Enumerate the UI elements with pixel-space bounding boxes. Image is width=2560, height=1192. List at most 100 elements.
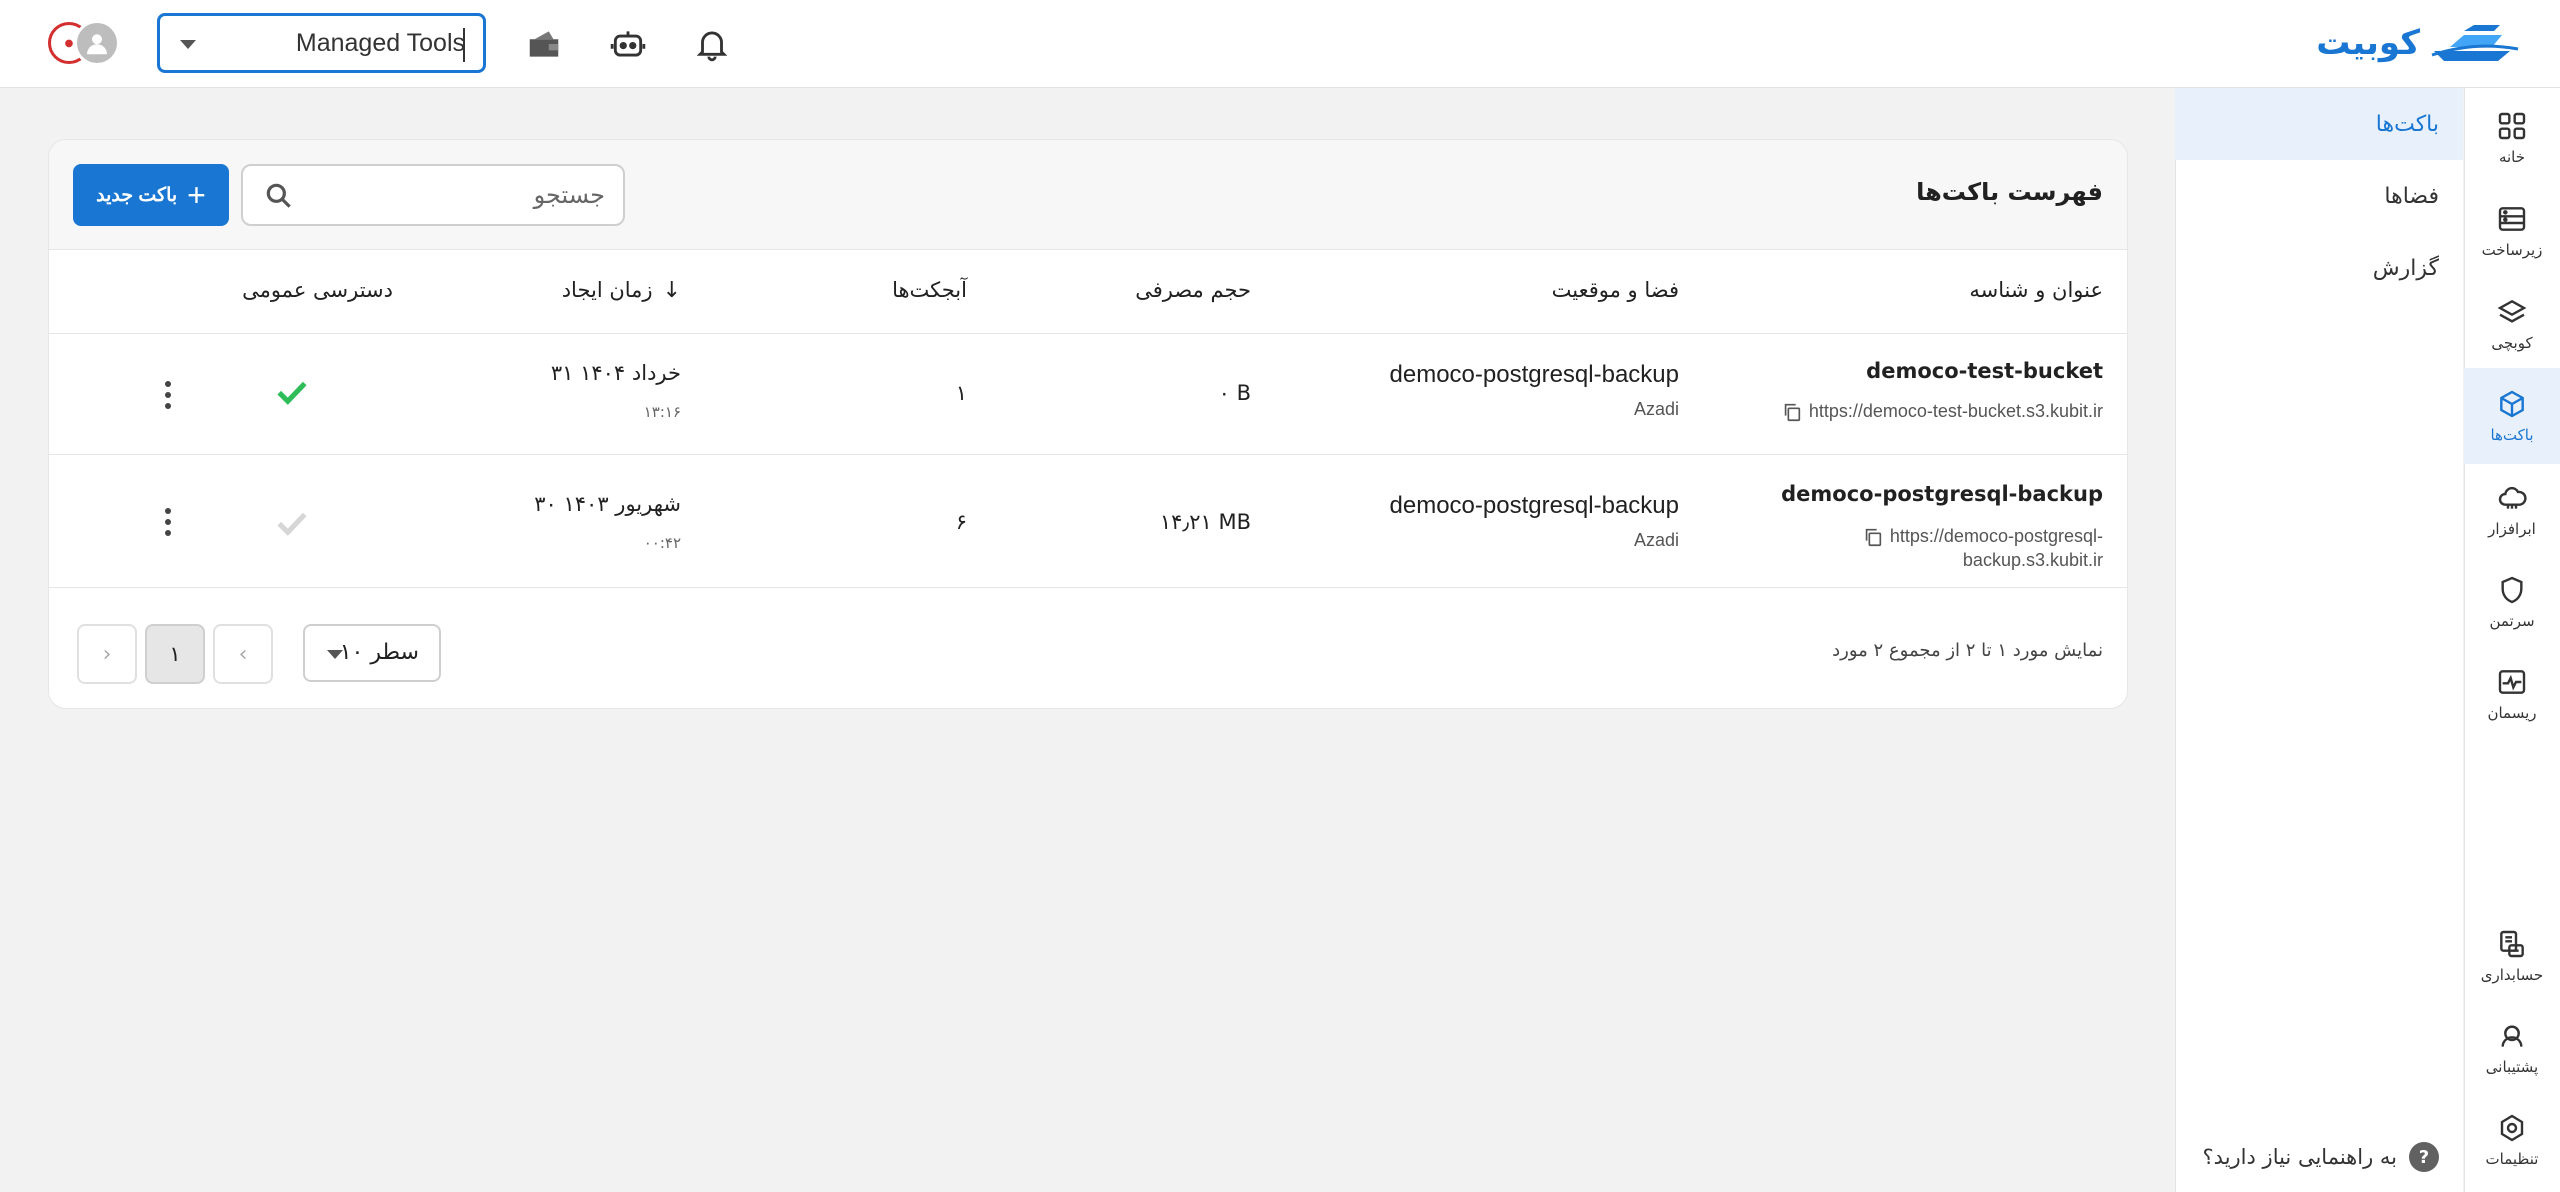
new-bucket-label: باکت جدید: [96, 184, 178, 206]
table-row[interactable]: democo-postgresql-backup https://democo-…: [49, 456, 2127, 588]
space-name: democo-postgresql-backup: [1389, 492, 1680, 519]
pulse-icon: [2498, 670, 2526, 694]
grid-icon: [2498, 112, 2526, 140]
table-row[interactable]: democo-test-bucket https://democo-test-b…: [49, 335, 2127, 455]
tool-select-value: Managed Tools: [295, 28, 465, 57]
help-link[interactable]: به راهنمایی نیاز دارید؟ ?: [2203, 1142, 2439, 1172]
row-menu-icon[interactable]: [153, 502, 183, 542]
space-location: Azadi: [1633, 399, 1679, 419]
search-input[interactable]: [305, 176, 605, 214]
card-header: فهرست باکت‌ها باکت جدید +: [49, 140, 2127, 250]
rail-label: باکت‌ها: [2490, 426, 2534, 444]
row-menu-icon[interactable]: [153, 375, 183, 415]
submenu-item-buckets[interactable]: باکت‌ها: [2175, 88, 2463, 160]
bucket-url-line2: backup.s3.kubit.ir: [1962, 550, 2103, 570]
ship-logo-icon: [2431, 25, 2519, 61]
rows-per-page-value: ۱۰ سطر: [339, 640, 419, 665]
settings-icon: [2500, 1114, 2524, 1142]
section-submenu: باکت‌ها فضاها گزارش به راهنمایی نیاز دار…: [2175, 88, 2463, 1192]
next-page-button[interactable]: ‹: [213, 624, 273, 684]
rail-label: زیرساخت: [2481, 241, 2543, 259]
bucket-url[interactable]: https://democo-test-bucket.s3.kubit.ir: [1781, 399, 2103, 423]
rail-item-sartaman[interactable]: سرتمن: [2464, 558, 2560, 646]
rail-item-infrastructure[interactable]: زیرساخت: [2464, 187, 2560, 275]
accounting-icon: [2500, 930, 2524, 958]
submenu-label: گزارش: [2372, 255, 2439, 281]
cube-icon: [2500, 390, 2524, 418]
objects-count: ۶: [955, 510, 967, 534]
brand-logo[interactable]: کوبیت: [2316, 18, 2520, 68]
bucket-url[interactable]: https://democo-postgresql- backup.s3.kub…: [1862, 524, 2103, 572]
copy-icon[interactable]: [1781, 401, 1803, 423]
support-icon: [2501, 1025, 2523, 1047]
main-nav-rail: خانه زیرساخت کوبچی باکت‌ها ابرافزار سرتم…: [2464, 88, 2560, 1192]
user-icon: [87, 34, 107, 55]
col-created-label: زمان ایجاد: [561, 278, 653, 302]
rail-item-kubchi[interactable]: کوبچی: [2464, 280, 2560, 368]
rail-label: کوبچی: [2491, 334, 2533, 352]
submenu-item-spaces[interactable]: فضاها: [2175, 160, 2463, 232]
page-number: ۱: [169, 642, 181, 666]
managed-tools-select[interactable]: Managed Tools: [157, 13, 486, 73]
col-space: فضا و موقعیت: [1551, 278, 1679, 302]
rail-item-risman[interactable]: ریسمان: [2464, 650, 2560, 738]
col-name: عنوان و شناسه: [1969, 278, 2103, 302]
server-icon: [2498, 207, 2526, 231]
rail-label: ابرافزار: [2488, 520, 2536, 538]
col-public: دسترسی عمومی: [242, 278, 393, 302]
created-time: ۰۰:۴۲: [643, 534, 681, 552]
rail-label: ریسمان: [2487, 704, 2537, 722]
objects-count: ۱: [955, 381, 967, 405]
rail-item-buckets[interactable]: باکت‌ها: [2464, 368, 2560, 464]
shield-icon: [2501, 576, 2523, 604]
rail-item-cloudware[interactable]: ابرافزار: [2464, 466, 2560, 554]
brand-name: کوبیت: [2316, 23, 2420, 63]
bucket-name[interactable]: democo-postgresql-backup: [1781, 482, 2103, 506]
user-menu[interactable]: ●: [48, 18, 128, 68]
submenu-label: فضاها: [2384, 183, 2439, 209]
submenu-item-report[interactable]: گزارش: [2175, 232, 2463, 304]
public-access-check-icon: [275, 375, 309, 413]
top-header: کوبیت Managed Tools ●: [0, 0, 2560, 88]
robot-icon[interactable]: [604, 20, 652, 68]
bucket-url-line1: https://democo-postgresql-: [1889, 526, 2103, 546]
rows-per-page-select[interactable]: ۱۰ سطر: [303, 624, 441, 682]
submenu-label: باکت‌ها: [2375, 111, 2439, 137]
avatar[interactable]: [74, 20, 120, 66]
rail-label: پشتیبانی: [2485, 1058, 2539, 1076]
rail-label: تنظیمات: [2485, 1150, 2539, 1168]
cloud-icon: [2498, 486, 2527, 509]
bucket-url-text: https://democo-test-bucket.s3.kubit.ir: [1808, 401, 2103, 421]
col-created[interactable]: زمان ایجاد ↓: [562, 278, 681, 303]
prev-page-button[interactable]: ›: [77, 624, 137, 684]
rail-item-support[interactable]: پشتیبانی: [2464, 1004, 2560, 1092]
chevron-right-icon: ›: [102, 641, 112, 667]
chevron-down-icon: [327, 650, 343, 659]
col-size: حجم مصرفی: [1135, 278, 1251, 302]
pagination-info: نمایش مورد ۱ تا ۲ از مجموع ۲ مورد: [1832, 640, 2103, 661]
rail-item-settings[interactable]: تنظیمات: [2464, 1096, 2560, 1184]
plus-icon: +: [187, 177, 206, 213]
rail-item-accounting[interactable]: حسابداری: [2464, 912, 2560, 1000]
bucket-name[interactable]: democo-test-bucket: [1866, 359, 2103, 383]
chevron-down-icon: [180, 40, 196, 49]
page-title: فهرست باکت‌ها: [1916, 178, 2103, 206]
space-location: Azadi: [1633, 530, 1679, 550]
new-bucket-button[interactable]: باکت جدید +: [73, 164, 229, 226]
bell-icon[interactable]: [688, 20, 736, 68]
col-objects: آبجکت‌ها: [892, 278, 967, 302]
page-button-current[interactable]: ۱: [145, 624, 205, 684]
wallet-icon[interactable]: [520, 20, 568, 68]
search-box: [241, 164, 625, 226]
question-icon: ?: [2409, 1142, 2439, 1172]
rail-label: سرتمن: [2489, 612, 2535, 630]
text-cursor: [463, 28, 465, 62]
used-size: ۱۴٫۲۱ MB: [1159, 510, 1251, 534]
copy-icon[interactable]: [1862, 526, 1884, 548]
bucket-url-text: https://democo-postgresql- backup.s3.kub…: [1890, 524, 2103, 572]
public-access-check-icon: [275, 506, 309, 544]
rail-label: خانه: [2498, 148, 2526, 166]
search-icon[interactable]: [263, 180, 295, 212]
layers-icon: [2497, 299, 2527, 323]
rail-item-home[interactable]: خانه: [2464, 94, 2560, 182]
